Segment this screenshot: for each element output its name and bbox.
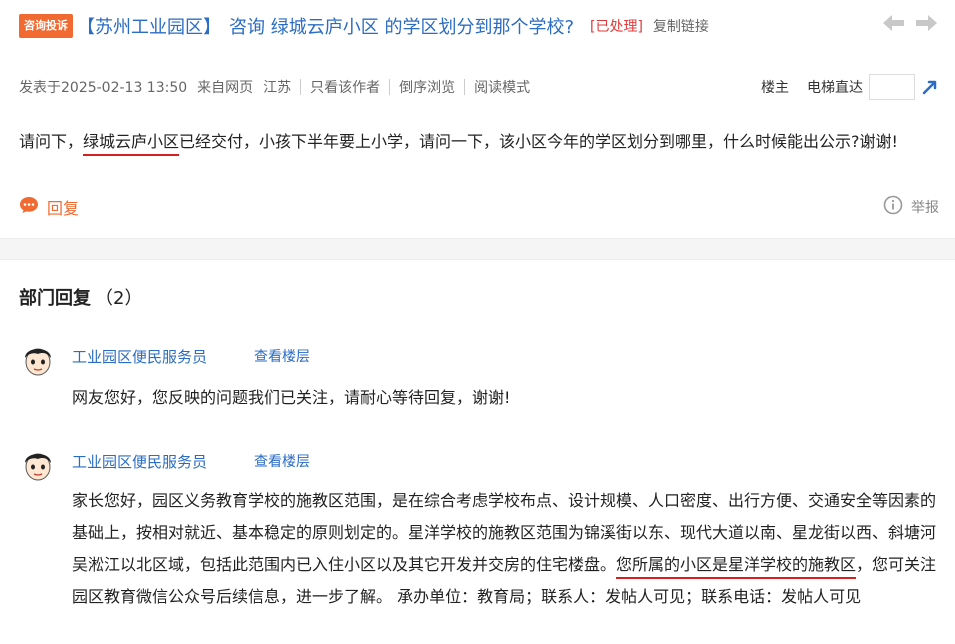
post-type-badge: 咨询投诉 (19, 14, 73, 38)
reply-text-highlight: 您所属的小区是星洋学校的施教区 (616, 555, 857, 574)
section-divider (0, 238, 955, 260)
view-floor-link[interactable]: 查看楼层 (254, 346, 310, 366)
department-reply: 工业园区便民服务员 查看楼层 家长您好，园区义务教育学校的施教区范围，是在综合考… (19, 445, 939, 644)
reply-text: 网友您好，您反映的问题我们已关注，请耐心等待回复，谢谢! (72, 388, 511, 407)
meta-divider (389, 79, 391, 95)
next-thread-icon[interactable] (913, 10, 939, 36)
floor-jump: 楼主 电梯直达 (761, 74, 939, 100)
post-body-text: 请问下， (19, 132, 84, 151)
previous-thread-icon[interactable] (881, 10, 907, 36)
elevator-label: 电梯直达 (807, 80, 863, 96)
author-only-link[interactable]: 只看该作者 (310, 77, 380, 97)
post-region: 江苏 (263, 80, 292, 96)
post-body-highlight: 绿城云庐小区 (83, 132, 180, 151)
post-meta-row: 发表于2025-02-13 13:50 来自网页 江苏 只看该作者 倒序浏览 阅… (19, 74, 939, 100)
floor-owner-label: 楼主 (761, 80, 789, 96)
reply-label: 回复 (47, 199, 80, 218)
info-icon (883, 195, 903, 219)
status-tag: [已处理] (590, 19, 643, 35)
section-title: 部门回复 (19, 288, 91, 309)
jump-floor-icon[interactable] (921, 78, 939, 96)
forum-name[interactable]: 【苏州工业园区】 (77, 17, 221, 38)
replier-name[interactable]: 工业园区便民服务员 (72, 451, 207, 472)
nav-arrows (881, 10, 939, 36)
comment-icon (19, 196, 39, 218)
post-source: 来自网页 (197, 80, 254, 96)
post-body-text: 已经交付，小孩下半年要上小学，请问一下，该小区今年的学区划分到哪里，什么时候能出… (179, 132, 898, 151)
read-mode-link[interactable]: 阅读模式 (474, 77, 530, 97)
post-title-row: 咨询投诉 【苏州工业园区】 咨询 绿城云庐小区 的学区划分到那个学校? [已处理]… (19, 12, 709, 40)
reply-text: 家长您好，园区义务教育学校的施教区范围，是在综合考虑学校布点、设计规模、人口密度… (72, 485, 937, 613)
view-floor-link[interactable]: 查看楼层 (254, 451, 310, 471)
meta-divider (300, 79, 302, 95)
floor-number-input[interactable] (869, 74, 915, 100)
reply-button[interactable]: 回复 (19, 195, 79, 219)
avatar[interactable] (19, 340, 57, 378)
replier-name[interactable]: 工业园区便民服务员 (72, 346, 207, 367)
report-button[interactable]: 举报 (883, 195, 939, 219)
report-label: 举报 (911, 200, 939, 216)
post-title-text: 咨询 绿城云庐小区 的学区划分到那个学校? (229, 17, 574, 38)
department-reply: 工业园区便民服务员 查看楼层 网友您好，您反映的问题我们已关注，请耐心等待回复，… (19, 340, 939, 420)
reply-count: （2） (95, 288, 143, 309)
post-body: 请问下，绿城云庐小区已经交付，小孩下半年要上小学，请问一下，该小区今年的学区划分… (19, 130, 935, 154)
copy-link-button[interactable]: 复制链接 (653, 16, 709, 36)
avatar[interactable] (19, 445, 57, 483)
meta-divider (464, 79, 466, 95)
post-time: 发表于2025-02-13 13:50 (19, 80, 188, 96)
reverse-order-link[interactable]: 倒序浏览 (399, 77, 455, 97)
department-replies-header: 部门回复 （2） (19, 284, 142, 310)
post-actions: 回复 举报 (19, 194, 939, 220)
post-title[interactable]: 【苏州工业园区】 咨询 绿城云庐小区 的学区划分到那个学校? (77, 13, 574, 39)
